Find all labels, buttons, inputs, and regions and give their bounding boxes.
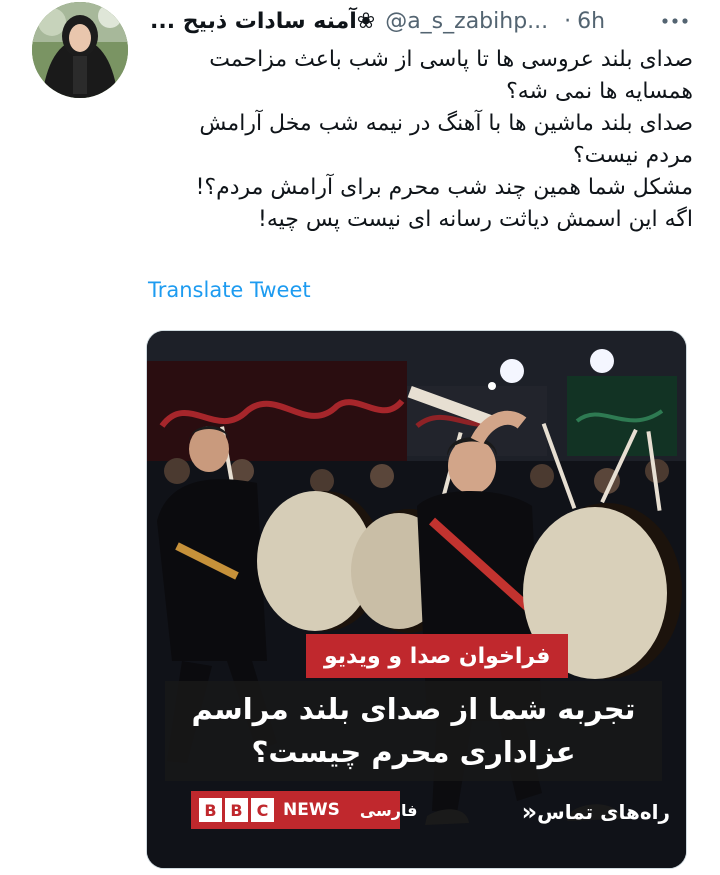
contact-link[interactable]: راه‌های تماس « [514,800,670,824]
bbc-news-label: NEWS [283,800,340,820]
bbc-letter: B [199,798,222,822]
tweet-text-line: اگه این اسمش دیاثت رسانه ای نیست پس چیه! [258,207,693,232]
more-icon[interactable] [655,8,695,34]
link-card[interactable]: فراخوان صدا و ویدیو تجربه شما از صدای بل… [146,330,687,869]
flower-icon: ❀ [356,8,376,34]
tweet-text-line: صدای بلند ماشین ها با آهنگ در نیمه شب مخ… [199,111,693,136]
card-photo [147,331,686,868]
bbc-letter: B [225,798,248,822]
tweet-text: صدای بلند عروسی ها تا پاسی از شب باعث مز… [148,44,693,236]
handle[interactable]: @a_s_zabihp... [385,9,548,34]
card-headline: تجربه شما از صدای بلند مراسم عزاداری محر… [165,681,662,781]
bbc-language-label: فارسی [359,800,418,820]
tweet-header: آمنه سادات ذبیح ... ❀ @a_s_zabihp... · 6… [150,6,695,36]
card-tag: فراخوان صدا و ویدیو [306,634,569,678]
tweet-text-line: صدای بلند عروسی ها تا پاسی از شب باعث مز… [209,47,693,72]
tweet-text-line: مشکل شما همین چند شب محرم برای آرامش مرد… [195,175,693,200]
timestamp[interactable]: 6h [577,9,605,34]
tweet-text-line: مردم نیست؟ [572,143,693,168]
bbc-letter: C [251,798,274,822]
double-chevron-icon: « [521,798,538,826]
avatar-photo [32,2,128,98]
card-headline-line: عزاداری محرم چیست؟ [251,735,576,769]
tweet-text-line: همسایه ها نمی شه؟ [506,79,693,104]
avatar[interactable] [32,2,128,98]
separator-dot: · [564,8,572,34]
bbc-logo: B B C NEWS فارسی [191,791,417,829]
bbc-blocks: B B C [199,798,277,822]
translate-tweet-link[interactable]: Translate Tweet [148,278,311,302]
contact-label: راه‌های تماس [537,800,670,824]
display-name[interactable]: آمنه سادات ذبیح ... [150,9,357,34]
card-headline-line: تجربه شما از صدای بلند مراسم [191,692,636,726]
